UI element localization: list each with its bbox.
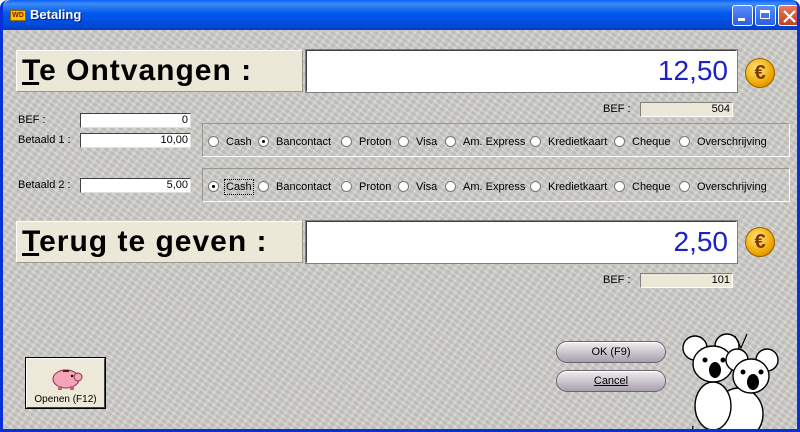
minimize-button[interactable] xyxy=(732,5,753,26)
maximize-button[interactable] xyxy=(755,5,776,26)
paid2-input[interactable]: 5,00 xyxy=(80,178,191,193)
bef-label: BEF : xyxy=(18,114,46,126)
paid2-method-group: Cash Bancontact Proton Visa Am. Express … xyxy=(202,168,790,202)
piggy-bank-icon xyxy=(52,369,83,390)
receive-label: Te Ontvangen : xyxy=(16,50,303,92)
receive-bef-label: BEF : xyxy=(603,103,631,115)
bef-input[interactable]: 0 xyxy=(80,113,191,128)
window-title: Betaling xyxy=(30,7,82,22)
paid1-input[interactable]: 10,00 xyxy=(80,133,191,148)
payment-window: WD Betaling Te Ontvangen : 12,50 € BEF :… xyxy=(0,0,800,432)
title-bar[interactable]: WD Betaling xyxy=(3,0,797,30)
client-area: Te Ontvangen : 12,50 € BEF : 504 BEF : 0… xyxy=(3,30,797,429)
paid2-label: Betaald 2 : xyxy=(18,179,71,191)
ok-button[interactable]: OK (F9) xyxy=(556,341,666,363)
cancel-button[interactable]: Cancel xyxy=(556,370,666,392)
change-bef-value: 101 xyxy=(640,273,733,288)
euro-coin-icon[interactable]: € xyxy=(745,227,775,257)
paid1-label: Betaald 1 : xyxy=(18,134,71,146)
close-button[interactable] xyxy=(778,5,797,26)
receive-amount: 12,50 xyxy=(305,49,738,93)
close-icon xyxy=(783,10,796,23)
open-button-label: Openen (F12) xyxy=(34,394,97,405)
euro-coin-icon[interactable]: € xyxy=(745,58,775,88)
app-icon: WD xyxy=(10,10,26,21)
change-amount: 2,50 xyxy=(305,220,738,264)
receive-bef-value: 504 xyxy=(640,102,733,117)
change-bef-label: BEF : xyxy=(603,274,631,286)
paid1-method-group: Cash Bancontact Proton Visa Am. Express … xyxy=(202,123,790,157)
open-drawer-button[interactable]: Openen (F12) xyxy=(25,357,106,409)
koala-mascot xyxy=(682,333,779,429)
change-label: Terug te geven : xyxy=(16,221,303,263)
